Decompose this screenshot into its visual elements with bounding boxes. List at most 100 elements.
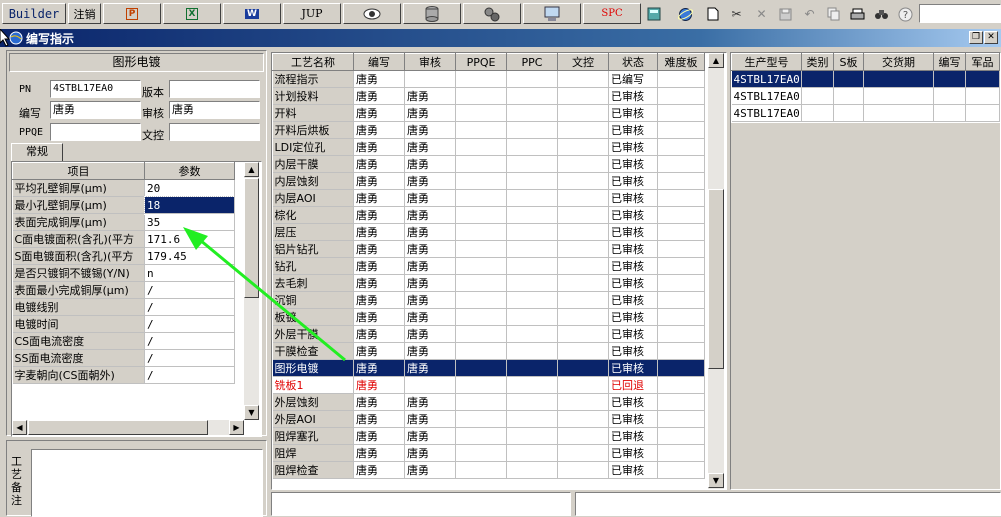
excel-button[interactable]: X <box>163 3 221 24</box>
toolbar-search-input[interactable] <box>919 4 1001 23</box>
table-row[interactable]: SS面电流密度 / <box>12 349 235 367</box>
browser-button[interactable] <box>675 4 696 24</box>
delete-button[interactable]: ✕ <box>751 4 772 24</box>
table-row[interactable]: S面电镀面积(含孔)(平方 179.45 <box>12 247 235 265</box>
product-header-2[interactable]: S板 <box>833 53 864 71</box>
table-row[interactable]: 平均孔壁铜厚(μm) 20 <box>12 179 235 197</box>
table-row[interactable]: 外层干膜 唐勇 唐勇 已审核 <box>272 325 705 343</box>
process-header-3[interactable]: PPQE <box>455 53 507 71</box>
help-button[interactable]: ? <box>895 4 916 24</box>
param-value[interactable]: / <box>144 281 235 299</box>
table-row[interactable]: 阻焊 唐勇 唐勇 已审核 <box>272 444 705 462</box>
param-value[interactable]: 35 <box>144 213 235 231</box>
param-value[interactable]: 171.6 <box>144 230 235 248</box>
table-row[interactable]: 外层AOI 唐勇 唐勇 已审核 <box>272 410 705 428</box>
param-value[interactable]: / <box>144 366 235 384</box>
table-row[interactable]: 是否只镀铜不镀锡(Y/N) n <box>12 264 235 282</box>
param-value[interactable]: / <box>144 315 235 333</box>
scroll-up-icon[interactable]: ▲ <box>244 162 259 177</box>
close-window-button[interactable]: ✕ <box>984 31 998 44</box>
save-button[interactable] <box>775 4 796 24</box>
table-row[interactable]: 去毛刺 唐勇 唐勇 已审核 <box>272 274 705 292</box>
remark-textarea[interactable] <box>31 449 263 517</box>
word-button[interactable]: W <box>223 3 281 24</box>
undo-button[interactable]: ↶ <box>799 4 820 24</box>
scroll-up-icon[interactable]: ▲ <box>708 53 724 68</box>
powerpoint-button[interactable]: P <box>103 3 161 24</box>
table-row[interactable]: 棕化 唐勇 唐勇 已审核 <box>272 206 705 224</box>
param-value[interactable]: 20 <box>144 179 235 197</box>
table-row[interactable]: 干膜检查 唐勇 唐勇 已审核 <box>272 342 705 360</box>
product-header-4[interactable]: 编写 <box>933 53 966 71</box>
process-header-6[interactable]: 状态 <box>608 53 658 71</box>
table-row[interactable]: 流程指示 唐勇 已编写 <box>272 70 705 88</box>
table-row[interactable]: 板镀 唐勇 唐勇 已审核 <box>272 308 705 326</box>
new-button[interactable] <box>702 4 723 24</box>
scroll-right-icon[interactable]: ▶ <box>229 420 244 435</box>
product-header-5[interactable]: 军品 <box>965 53 1000 71</box>
tab-general[interactable]: 常规 <box>11 143 63 162</box>
param-vscrollbar[interactable]: ▲ ▼ <box>244 162 259 420</box>
view-button[interactable] <box>343 3 401 24</box>
spc-button[interactable]: SPC <box>583 3 641 24</box>
table-row[interactable]: LDI定位孔 唐勇 唐勇 已审核 <box>272 138 705 156</box>
tools-button[interactable] <box>463 3 521 24</box>
param-value[interactable]: 179.45 <box>144 247 235 265</box>
param-hscrollbar[interactable]: ◀ ▶ <box>12 420 244 435</box>
process-header-0[interactable]: 工艺名称 <box>272 53 354 71</box>
find-button[interactable] <box>871 4 892 24</box>
table-row[interactable]: 电镀线别 / <box>12 298 235 316</box>
table-row[interactable]: 电镀时间 / <box>12 315 235 333</box>
table-row[interactable]: 4STBL17EA0 <box>731 87 1000 105</box>
table-row[interactable]: 计划投料 唐勇 唐勇 已审核 <box>272 87 705 105</box>
table-row[interactable]: 沉铜 唐勇 唐勇 已审核 <box>272 291 705 309</box>
process-header-1[interactable]: 编写 <box>353 53 405 71</box>
param-value[interactable]: / <box>144 349 235 367</box>
doc-control-field[interactable] <box>169 123 260 141</box>
param-value[interactable]: n <box>144 264 235 282</box>
scroll-down-icon[interactable]: ▼ <box>708 473 724 488</box>
table-row[interactable]: 钻孔 唐勇 唐勇 已审核 <box>272 257 705 275</box>
database-button[interactable] <box>403 3 461 24</box>
scroll-left-icon[interactable]: ◀ <box>12 420 27 435</box>
copy-button[interactable] <box>823 4 844 24</box>
table-row[interactable]: 字麦朝向(CS面朝外) / <box>12 366 235 384</box>
table-row[interactable]: 外层蚀刻 唐勇 唐勇 已审核 <box>272 393 705 411</box>
param-hscroll-thumb[interactable] <box>28 420 208 435</box>
builder-button[interactable]: Builder <box>2 3 66 24</box>
param-header-value[interactable]: 参数 <box>144 162 235 180</box>
restore-button[interactable]: ❐ <box>969 31 983 44</box>
jup-button[interactable]: JUP <box>283 3 341 24</box>
process-note-input[interactable] <box>271 492 571 516</box>
product-header-0[interactable]: 生产型号 <box>731 53 802 71</box>
table-row[interactable]: 表面完成铜厚(μm) 35 <box>12 213 235 231</box>
writer-field[interactable]: 唐勇 <box>50 101 141 119</box>
table-row[interactable]: 4STBL17EA0 <box>731 104 1000 122</box>
table-row[interactable]: CS面电流密度 / <box>12 332 235 350</box>
param-value[interactable]: / <box>144 298 235 316</box>
pn-field[interactable]: 4STBL17EA0 <box>50 80 141 98</box>
param-value[interactable]: 18 <box>143 195 236 215</box>
cut-button[interactable]: ✂ <box>726 4 747 24</box>
reviewer-field[interactable]: 唐勇 <box>169 101 260 119</box>
table-row[interactable]: 阻焊检查 唐勇 唐勇 已审核 <box>272 461 705 479</box>
computer-button[interactable] <box>523 3 581 24</box>
table-row[interactable]: 铣板1 唐勇 已回退 <box>272 376 705 394</box>
table-row[interactable]: C面电镀面积(含孔)(平方 171.6 <box>12 230 235 248</box>
table-row[interactable]: 内层蚀刻 唐勇 唐勇 已审核 <box>272 172 705 190</box>
table-row[interactable]: 层压 唐勇 唐勇 已审核 <box>272 223 705 241</box>
param-vscroll-thumb[interactable] <box>244 178 259 298</box>
product-note-input[interactable] <box>575 492 1001 516</box>
table-row[interactable]: 开料后烘板 唐勇 唐勇 已审核 <box>272 121 705 139</box>
table-row[interactable]: 内层干膜 唐勇 唐勇 已审核 <box>272 155 705 173</box>
product-header-1[interactable]: 类别 <box>801 53 834 71</box>
table-row[interactable]: 开料 唐勇 唐勇 已审核 <box>272 104 705 122</box>
param-value[interactable]: / <box>144 332 235 350</box>
version-field[interactable] <box>169 80 260 98</box>
ppqe-field[interactable] <box>50 123 141 141</box>
product-header-3[interactable]: 交货期 <box>863 53 934 71</box>
process-vscroll-thumb[interactable] <box>708 189 724 369</box>
table-row[interactable]: 表面最小完成铜厚(μm) / <box>12 281 235 299</box>
table-row[interactable]: 阻焊塞孔 唐勇 唐勇 已审核 <box>272 427 705 445</box>
logout-button[interactable]: 注销 <box>68 3 101 24</box>
